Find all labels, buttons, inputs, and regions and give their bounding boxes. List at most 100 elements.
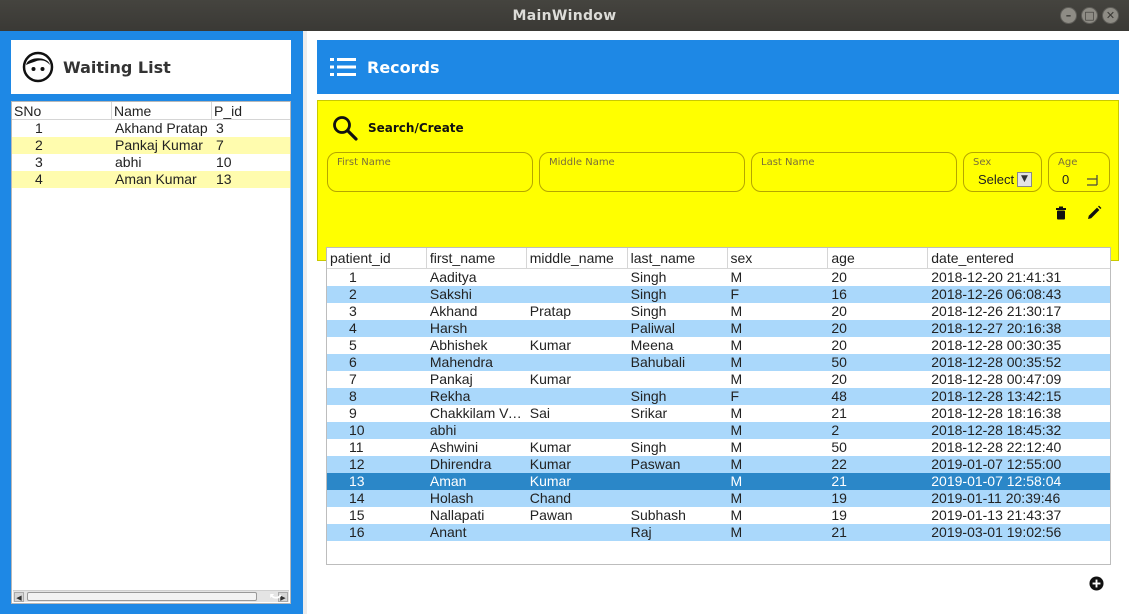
sex-cell: M (730, 320, 743, 336)
face-icon (22, 51, 54, 83)
patient-id-cell: 11 (349, 439, 364, 455)
waiting-list-row[interactable]: 3 abhi 10 (12, 154, 290, 171)
column-header-sex[interactable]: sex (728, 248, 829, 268)
column-header-age[interactable]: age (828, 248, 929, 268)
records-table-body: 1 Aaditya Singh M 20 2018-12-20 21:41:31 2 Saks… (327, 269, 1110, 541)
last-name-cell: Singh (630, 303, 667, 319)
horizontal-scrollbar[interactable]: ◀ ▶ (13, 590, 289, 602)
last-name-cell: Singh (630, 439, 667, 455)
trash-icon[interactable] (1053, 205, 1069, 221)
waiting-list-row[interactable]: 1 Akhand Pratap 3 (12, 120, 290, 137)
table-row[interactable]: 6 Mahendra Bahubali M 50 2018-12-28 00:35:52 (327, 354, 1110, 371)
age-cell: 50 (831, 354, 847, 370)
date-entered-cell: 2019-01-11 20:39:46 (931, 490, 1061, 506)
sno-cell: 3 (35, 154, 43, 170)
sex-select[interactable]: Sex Select ▼ (963, 152, 1042, 192)
records-table[interactable]: patient_id first_name middle_name last_n… (326, 247, 1111, 565)
last-name-cell: Singh (630, 388, 667, 404)
age-cell: 20 (831, 371, 847, 387)
column-header-sno[interactable]: SNo (12, 102, 112, 119)
table-row[interactable]: 2 Sakshi Singh F 16 2018-12-26 06:08:43 (327, 286, 1110, 303)
sex-cell: M (730, 269, 743, 285)
spinner-arrows-icon[interactable] (1085, 174, 1099, 186)
table-row[interactable]: 8 Rekha Singh F 48 2018-12-28 13:42:15 (327, 388, 1110, 405)
plus-circle-icon[interactable] (1089, 576, 1104, 591)
table-row[interactable]: 9 Chakkilam VenkataSai Srikar M 21 2018-12-28… (327, 405, 1110, 422)
column-header-date-entered[interactable]: date_entered (928, 248, 1110, 268)
scrollbar-handle[interactable] (27, 592, 257, 601)
chevron-down-icon[interactable]: ▼ (1017, 172, 1032, 187)
middle-name-cell: Kumar (529, 439, 571, 455)
sex-cell: M (730, 439, 743, 455)
waiting-list-row[interactable]: 2 Pankaj Kumar 7 (12, 137, 290, 154)
last-name-cell (628, 490, 728, 507)
first-name-cell: Sakshi (429, 286, 472, 302)
age-cell: 16 (831, 286, 847, 302)
last-name-cell: Paswan (630, 456, 681, 472)
waiting-list-header: Waiting List (11, 40, 291, 94)
first-name-cell: Anant (429, 524, 467, 540)
waiting-list-row[interactable]: 4 Aman Kumar 13 (12, 171, 290, 188)
age-spinbox[interactable]: Age 0 (1048, 152, 1110, 192)
table-row[interactable]: 7 Pankaj Kumar M 20 2018-12-28 00:47:09 (327, 371, 1110, 388)
first-name-cell: Nallapati (429, 507, 485, 523)
table-row[interactable]: 13 Aman Kumar M 21 2019-01-07 12:58:04 (327, 473, 1110, 490)
sex-cell: M (730, 303, 743, 319)
waiting-list-title: Waiting List (63, 57, 171, 77)
middle-name-cell: Kumar (529, 371, 571, 387)
pencil-icon[interactable] (1086, 205, 1102, 221)
first-name-cell: Pankaj (429, 371, 473, 387)
age-cell: 21 (831, 473, 847, 489)
patient-id-cell: 2 (349, 286, 357, 302)
column-header-patient-id[interactable]: patient_id (327, 248, 427, 268)
first-name-field[interactable]: First Name (327, 152, 533, 192)
last-name-cell: Subhash (630, 507, 686, 523)
refresh-icon[interactable] (268, 584, 284, 600)
column-header-pid[interactable]: P_id (212, 102, 290, 119)
sex-cell: M (730, 473, 743, 489)
table-row[interactable]: 3 Akhand Pratap Singh M 20 2018-12-26 21:30:17 (327, 303, 1110, 320)
close-button[interactable]: ✕ (1102, 7, 1119, 24)
middle-name-cell (527, 286, 628, 303)
maximize-button[interactable]: □ (1081, 7, 1098, 24)
table-row[interactable]: 4 Harsh Paliwal M 20 2018-12-27 20:16:38 (327, 320, 1110, 337)
table-row[interactable]: 11 Ashwini Kumar Singh M 50 2018-12-28 22:12:4… (327, 439, 1110, 456)
date-entered-cell: 2018-12-28 18:45:32 (931, 422, 1062, 438)
column-header-first-name[interactable]: first_name (427, 248, 527, 268)
middle-name-field[interactable]: Middle Name (539, 152, 745, 192)
records-header-row: patient_id first_name middle_name last_n… (327, 248, 1110, 269)
patient-id-cell: 14 (349, 490, 365, 506)
column-header-middle-name[interactable]: middle_name (527, 248, 628, 268)
column-header-last-name[interactable]: last_name (628, 248, 728, 268)
table-row[interactable]: 1 Aaditya Singh M 20 2018-12-20 21:41:31 (327, 269, 1110, 286)
table-row[interactable]: 12 Dhirendra Kumar Paswan M 22 2019-01-07 12:5… (327, 456, 1110, 473)
middle-name-cell: Pawan (529, 507, 573, 523)
last-name-field[interactable]: Last Name (751, 152, 957, 192)
sex-cell: M (730, 371, 743, 387)
waiting-list-table[interactable]: SNo Name P_id 1 Akhand Pratap 3 2 Pankaj… (11, 101, 291, 604)
age-cell: 19 (831, 507, 847, 523)
sex-cell: M (730, 507, 743, 523)
middle-name-cell (527, 422, 628, 439)
middle-name-cell (527, 524, 628, 541)
pid-cell: 13 (216, 171, 232, 187)
patient-id-cell: 3 (349, 303, 357, 319)
patient-id-cell: 1 (349, 269, 357, 285)
table-row[interactable]: 15 Nallapati Pawan Subhash M 19 2019-01-13 21:… (327, 507, 1110, 524)
age-cell: 19 (831, 490, 847, 506)
records-panel: Records Search/Create First Name Middle … (307, 31, 1129, 614)
table-row[interactable]: 14 Holash Chand M 19 2019-01-11 20:39:46 (327, 490, 1110, 507)
first-name-cell: Dhirendra (429, 456, 492, 472)
minimize-button[interactable]: – (1060, 7, 1077, 24)
column-header-name[interactable]: Name (112, 102, 212, 119)
middle-name-cell: Pratap (529, 303, 572, 319)
table-row[interactable]: 5 Abhishek Kumar Meena M 20 2018-12-28 00:30:3… (327, 337, 1110, 354)
sex-selected-value: Select (978, 172, 1014, 187)
table-row[interactable]: 10 abhi M 2 2018-12-28 18:45:32 (327, 422, 1110, 439)
pid-cell: 10 (216, 154, 232, 170)
middle-name-cell: Chand (529, 490, 572, 506)
scroll-left-arrow-icon[interactable]: ◀ (14, 592, 24, 602)
name-cell: abhi (115, 154, 142, 170)
table-row[interactable]: 16 Anant Raj M 21 2019-03-01 19:02:56 (327, 524, 1110, 541)
middle-name-cell (527, 320, 628, 337)
